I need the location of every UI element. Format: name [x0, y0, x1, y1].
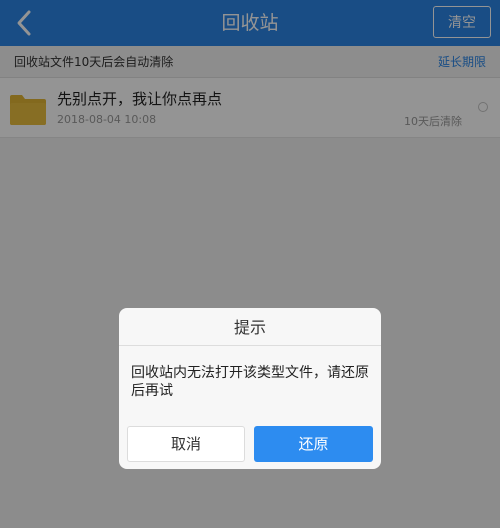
restore-button[interactable]: 还原 [254, 426, 373, 462]
cancel-button[interactable]: 取消 [127, 426, 245, 462]
dialog-message: 回收站内无法打开该类型文件，请还原后再试 [131, 365, 369, 399]
prompt-dialog: 提示 回收站内无法打开该类型文件，请还原后再试 取消 还原 [119, 308, 381, 469]
dialog-title: 提示 [119, 308, 381, 346]
